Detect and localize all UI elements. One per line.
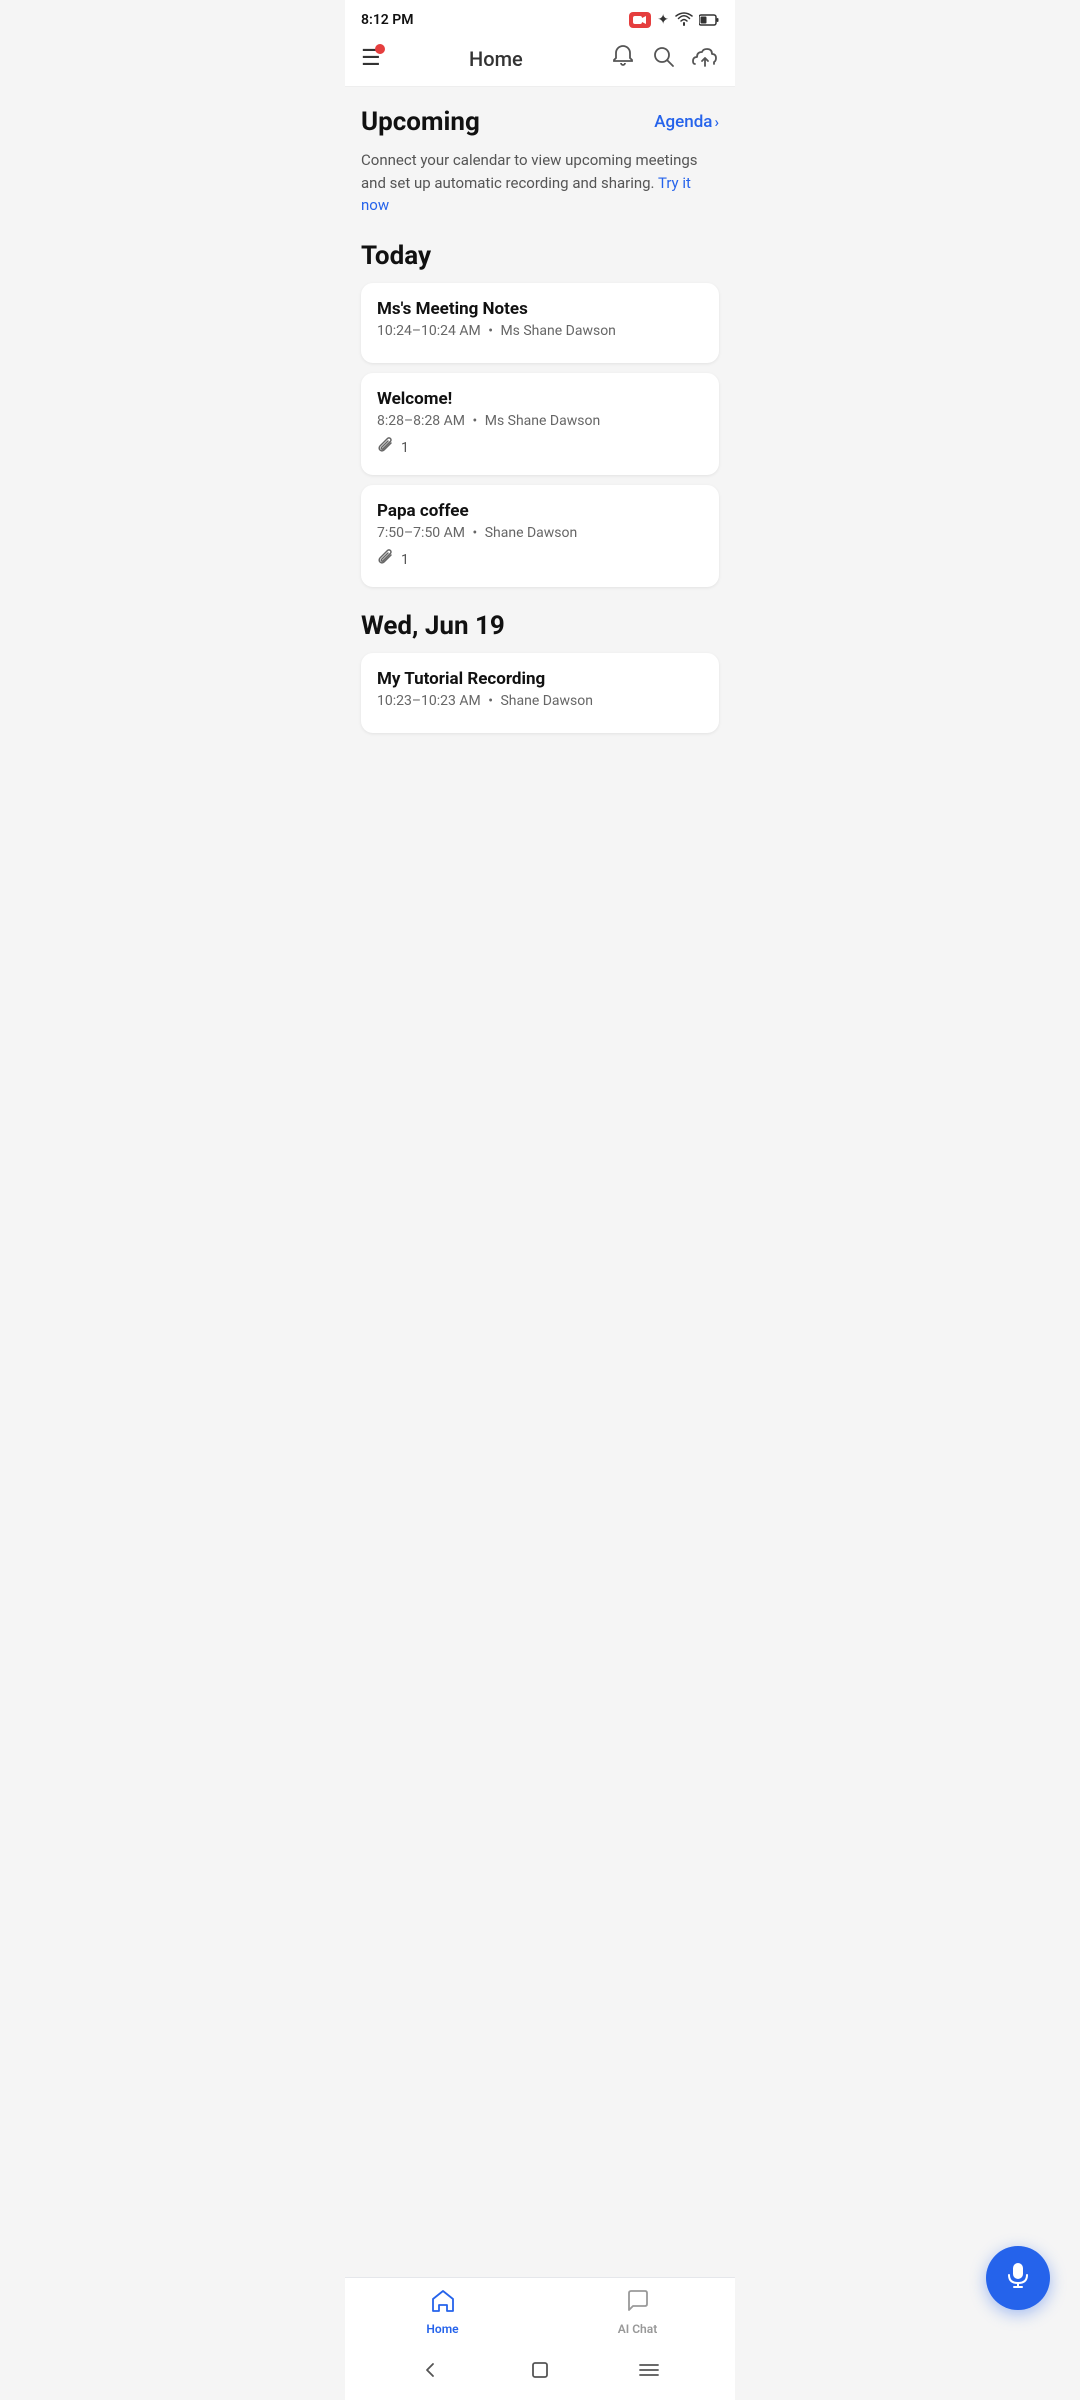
search-button[interactable] bbox=[651, 44, 675, 74]
main-content: Upcoming Agenda › Connect your calendar … bbox=[345, 87, 735, 857]
meeting-title-3: Papa coffee bbox=[377, 501, 703, 521]
ai-chat-tab-label: AI Chat bbox=[618, 2322, 657, 2336]
meeting-host-3: Shane Dawson bbox=[485, 525, 578, 541]
notification-button[interactable] bbox=[611, 44, 635, 74]
today-section: Today Ms's Meeting Notes 10:24–10:24 AM … bbox=[361, 241, 719, 587]
meeting-host-1: Ms Shane Dawson bbox=[500, 323, 615, 339]
meeting-title-tutorial: My Tutorial Recording bbox=[377, 669, 703, 689]
chevron-right-icon: › bbox=[714, 113, 719, 131]
meeting-card-2[interactable]: Welcome! 8:28–8:28 AM • Ms Shane Dawson … bbox=[361, 373, 719, 475]
meeting-title-2: Welcome! bbox=[377, 389, 703, 409]
upcoming-section: Upcoming Agenda › Connect your calendar … bbox=[361, 107, 719, 217]
nav-icons bbox=[611, 44, 719, 74]
upload-button[interactable] bbox=[691, 44, 719, 74]
status-bar: 8:12 PM ✦ bbox=[345, 0, 735, 36]
clip-icon-3 bbox=[377, 549, 395, 571]
nav-left: ☰ bbox=[361, 48, 381, 70]
page-title: Home bbox=[381, 47, 611, 71]
meeting-badge-3: 1 bbox=[377, 549, 703, 571]
connect-calendar-text: Connect your calendar to view upcoming m… bbox=[361, 149, 719, 217]
meeting-host-2: Ms Shane Dawson bbox=[485, 413, 600, 429]
meeting-meta-1: 10:24–10:24 AM • Ms Shane Dawson bbox=[377, 323, 703, 339]
meeting-meta-tutorial: 10:23–10:23 AM • Shane Dawson bbox=[377, 693, 703, 709]
home-tab-label: Home bbox=[426, 2322, 458, 2336]
status-time: 8:12 PM bbox=[361, 12, 414, 28]
meeting-time-1: 10:24–10:24 AM bbox=[377, 323, 481, 339]
upcoming-header: Upcoming Agenda › bbox=[361, 107, 719, 137]
camera-recording-icon bbox=[629, 12, 651, 28]
home-tab-icon bbox=[430, 2288, 456, 2318]
wed-title: Wed, Jun 19 bbox=[361, 611, 719, 641]
wed-section: Wed, Jun 19 My Tutorial Recording 10:23–… bbox=[361, 611, 719, 733]
system-nav-bar bbox=[345, 2344, 735, 2400]
badge-count-2: 1 bbox=[401, 440, 409, 456]
meeting-time-2: 8:28–8:28 AM bbox=[377, 413, 465, 429]
agenda-link[interactable]: Agenda › bbox=[654, 112, 719, 132]
wifi-icon bbox=[675, 11, 693, 30]
try-it-now-link[interactable]: Try it now bbox=[361, 174, 691, 215]
meeting-title-1: Ms's Meeting Notes bbox=[377, 299, 703, 319]
meeting-time-tutorial: 10:23–10:23 AM bbox=[377, 693, 481, 709]
tab-ai-chat[interactable]: AI Chat bbox=[540, 2288, 735, 2336]
chat-tab-icon bbox=[625, 2288, 651, 2318]
clip-icon-2 bbox=[377, 437, 395, 459]
tab-home[interactable]: Home bbox=[345, 2288, 540, 2336]
badge-count-3: 1 bbox=[401, 552, 409, 568]
menu-notification-dot bbox=[375, 44, 385, 54]
meeting-card-3[interactable]: Papa coffee 7:50–7:50 AM • Shane Dawson … bbox=[361, 485, 719, 587]
bluetooth-icon: ✦ bbox=[657, 12, 669, 28]
today-title: Today bbox=[361, 241, 719, 271]
app-tabs: Home AI Chat bbox=[345, 2277, 735, 2344]
nav-bar: ☰ Home bbox=[345, 36, 735, 87]
battery-icon bbox=[699, 11, 719, 30]
fab-record-button[interactable] bbox=[986, 2246, 1050, 2310]
home-system-button[interactable] bbox=[522, 2352, 558, 2388]
meeting-meta-2: 8:28–8:28 AM • Ms Shane Dawson bbox=[377, 413, 703, 429]
meeting-time-3: 7:50–7:50 AM bbox=[377, 525, 465, 541]
status-icons: ✦ bbox=[629, 11, 719, 30]
bottom-nav-wrapper: Home AI Chat bbox=[345, 2277, 735, 2400]
meeting-meta-3: 7:50–7:50 AM • Shane Dawson bbox=[377, 525, 703, 541]
meeting-badge-2: 1 bbox=[377, 437, 703, 459]
meeting-host-tutorial: Shane Dawson bbox=[500, 693, 593, 709]
microphone-icon bbox=[1004, 2261, 1032, 2296]
meeting-card-1[interactable]: Ms's Meeting Notes 10:24–10:24 AM • Ms S… bbox=[361, 283, 719, 363]
upcoming-title: Upcoming bbox=[361, 107, 480, 137]
back-button[interactable] bbox=[413, 2352, 449, 2388]
recents-button[interactable] bbox=[631, 2352, 667, 2388]
meeting-card-tutorial[interactable]: My Tutorial Recording 10:23–10:23 AM • S… bbox=[361, 653, 719, 733]
